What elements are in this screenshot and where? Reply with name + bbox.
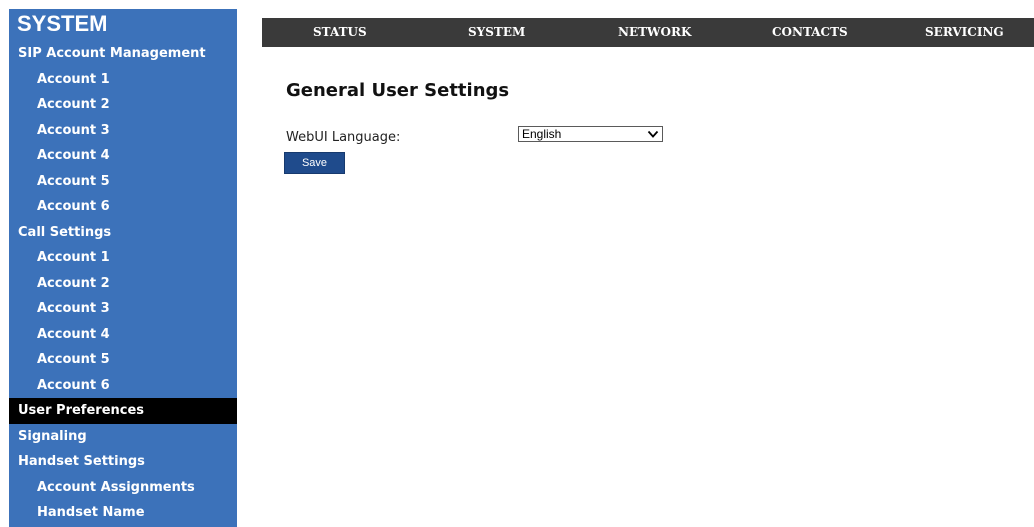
sidebar: SYSTEM SIP Account Management Account 1 …	[9, 9, 237, 527]
sidebar-item-signaling[interactable]: Signaling	[9, 424, 237, 450]
sidebar-item-account-assignments[interactable]: Account Assignments	[9, 475, 237, 501]
sidebar-item-call-account-4[interactable]: Account 4	[9, 322, 237, 348]
sidebar-item-sip-account-management[interactable]: SIP Account Management	[9, 41, 237, 67]
sidebar-item-handset-settings[interactable]: Handset Settings	[9, 449, 237, 475]
page-title: General User Settings	[286, 80, 510, 101]
sidebar-item-sip-account-2[interactable]: Account 2	[9, 92, 237, 118]
sidebar-item-sip-account-3[interactable]: Account 3	[9, 118, 237, 144]
sidebar-item-sip-account-6[interactable]: Account 6	[9, 194, 237, 220]
webui-language-select[interactable]: English	[518, 126, 663, 142]
sidebar-item-call-account-3[interactable]: Account 3	[9, 296, 237, 322]
tab-status[interactable]: STATUS	[313, 18, 367, 47]
top-navigation: STATUS SYSTEM NETWORK CONTACTS SERVICING	[262, 18, 1034, 47]
tab-system[interactable]: SYSTEM	[468, 18, 525, 47]
sidebar-item-call-account-5[interactable]: Account 5	[9, 347, 237, 373]
sidebar-item-handset-name[interactable]: Handset Name	[9, 500, 237, 526]
webui-language-value: English	[522, 127, 562, 141]
sidebar-item-sip-account-5[interactable]: Account 5	[9, 169, 237, 195]
sidebar-item-sip-account-4[interactable]: Account 4	[9, 143, 237, 169]
sidebar-item-call-account-6[interactable]: Account 6	[9, 373, 237, 399]
tab-servicing[interactable]: SERVICING	[925, 18, 1004, 47]
tab-network[interactable]: NETWORK	[618, 18, 691, 47]
webui-language-label: WebUI Language:	[286, 130, 401, 145]
sidebar-item-call-settings[interactable]: Call Settings	[9, 220, 237, 246]
sidebar-item-sip-account-1[interactable]: Account 1	[9, 67, 237, 93]
save-button[interactable]: Save	[284, 152, 345, 174]
sidebar-item-call-account-1[interactable]: Account 1	[9, 245, 237, 271]
sidebar-item-call-account-2[interactable]: Account 2	[9, 271, 237, 297]
sidebar-item-user-preferences[interactable]: User Preferences	[9, 398, 237, 424]
chevron-down-icon	[647, 130, 659, 138]
sidebar-title: SYSTEM	[17, 11, 108, 36]
tab-contacts[interactable]: CONTACTS	[772, 18, 848, 47]
